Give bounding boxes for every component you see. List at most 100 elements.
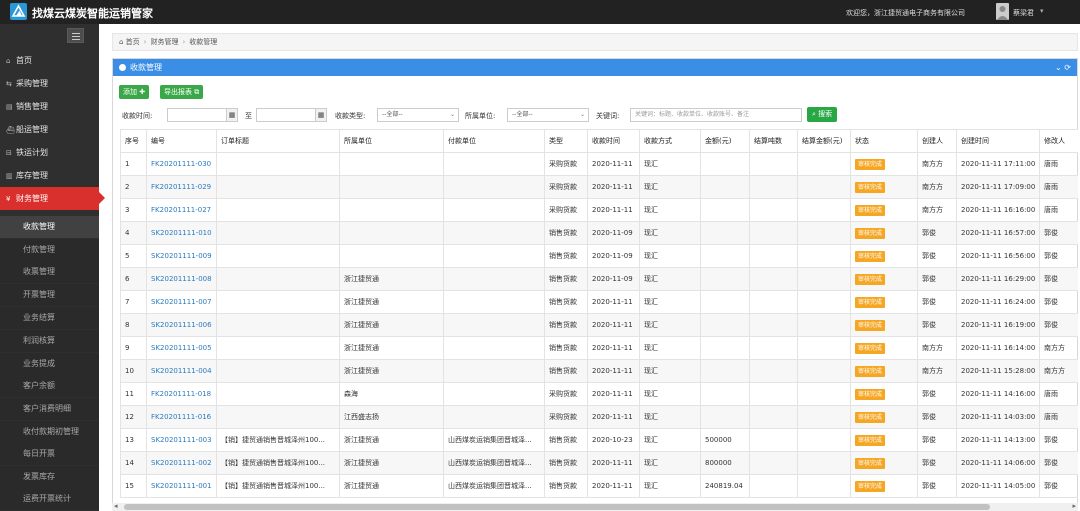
record-number-link[interactable]: SK20201111-004: [146, 359, 217, 383]
table-cell: 销售货款: [544, 359, 588, 383]
calendar-icon[interactable]: ▦: [226, 108, 238, 122]
sidebar-item-finance[interactable]: ¥ 财务管理: [0, 187, 105, 210]
record-number-link[interactable]: FK20201111-016: [146, 405, 217, 429]
type-select[interactable]: --全部-- ⌄: [377, 108, 459, 122]
panel-title: 收款管理: [130, 63, 162, 72]
table-cell: 【销】捷贸通销售晋城泽州100...: [216, 428, 340, 452]
user-name[interactable]: 蔡梁君: [1013, 8, 1034, 18]
sidebar-sub-settlement[interactable]: 业务结算: [0, 307, 99, 329]
home-icon[interactable]: ⌂: [119, 38, 126, 46]
panel-tools-icon[interactable]: ⌄ ⟳: [1055, 59, 1071, 76]
table-row[interactable]: 12 FK20201111-016 江西盛志扬 采购货款 2020-11-11 现汇 审核完…: [120, 405, 1078, 429]
table-cell: [216, 244, 340, 268]
start-date-input[interactable]: [167, 108, 227, 122]
table-row[interactable]: 13 SK20201111-003 【销】捷贸通销售晋城泽州100... 浙江捷贸通山…: [120, 428, 1078, 452]
record-number-link[interactable]: FK20201111-029: [146, 175, 217, 199]
scroll-right-icon[interactable]: ▸: [1072, 502, 1076, 510]
calendar-icon[interactable]: ▦: [315, 108, 327, 122]
record-number-link[interactable]: SK20201111-007: [146, 290, 217, 314]
chevron-down-icon[interactable]: ▾: [1040, 7, 1044, 15]
record-number-link[interactable]: SK20201111-005: [146, 336, 217, 360]
horizontal-scrollbar[interactable]: ◂ ▸: [112, 502, 1078, 511]
status-badge: 审核完成: [855, 342, 886, 354]
record-number-link[interactable]: SK20201111-002: [146, 451, 217, 475]
sidebar-item-home[interactable]: ⌂ 首页: [0, 49, 99, 72]
sidebar-sub-payments[interactable]: 付款管理: [0, 239, 99, 261]
scrollbar-thumb[interactable]: [124, 504, 990, 510]
unit-select-value: --全部--: [512, 111, 533, 118]
sidebar-sub-invoice-received[interactable]: 收票管理: [0, 261, 99, 283]
sidebar-item-inventory[interactable]: ▥ 库存管理: [0, 164, 99, 187]
table-row[interactable]: 3 FK20201111-027 采购货款 2020-11-11 现汇 审核完成 南方方 20…: [120, 198, 1078, 222]
table-cell: 浙江捷贸通: [339, 451, 444, 475]
unit-select[interactable]: --全部-- ⌄: [507, 108, 589, 122]
ship-icon: ⛴: [6, 126, 15, 134]
table-cell: [339, 198, 444, 222]
table-row[interactable]: 8 SK20201111-006 浙江捷贸通 销售货款 2020-11-11 现汇 审核完成…: [120, 313, 1078, 337]
table-cell: 销售货款: [544, 451, 588, 475]
avatar[interactable]: [996, 3, 1009, 20]
table-cell: 唐雨: [1039, 382, 1078, 406]
table-cell: 郭俊: [917, 405, 957, 429]
scroll-left-icon[interactable]: ◂: [114, 502, 118, 510]
sidebar-item-rail[interactable]: ⊟ 铁运计划: [0, 141, 99, 164]
sidebar-sub-customer-detail[interactable]: 客户消费明细: [0, 398, 99, 420]
table-row[interactable]: 7 SK20201111-007 浙江捷贸通 销售货款 2020-11-11 现汇 审核完成…: [120, 290, 1078, 314]
table-row[interactable]: 11 FK20201111-018 森海 采购货款 2020-11-11 现汇 审核完成 郭俊…: [120, 382, 1078, 406]
breadcrumb-home[interactable]: 首页: [126, 38, 140, 46]
table-cell: [700, 290, 750, 314]
export-report-button[interactable]: 导出报表 ⧉: [160, 85, 204, 99]
sidebar-item-purchase[interactable]: ⇆ 采购管理: [0, 72, 99, 95]
record-number-link[interactable]: SK20201111-008: [146, 267, 217, 291]
table-row[interactable]: 10 SK20201111-004 浙江捷贸通 销售货款 2020-11-11 现汇 审核完…: [120, 359, 1078, 383]
table-row[interactable]: 14 SK20201111-002 【销】捷贸通销售晋城泽州100... 浙江捷贸通山…: [120, 451, 1078, 475]
sidebar-item-shipping[interactable]: ⛴船运管理: [0, 118, 99, 141]
sidebar-sub-invoice-issued[interactable]: 开票管理: [0, 284, 99, 306]
record-number-link[interactable]: FK20201111-030: [146, 152, 217, 176]
table-row[interactable]: 15 SK20201111-001 【销】捷贸通销售晋城泽州100... 浙江捷贸通山…: [120, 474, 1078, 498]
sidebar-sub-freight-stats[interactable]: 运费开票统计: [0, 488, 99, 510]
panel-header: 收款管理 ⌄ ⟳: [113, 59, 1077, 76]
sidebar-sub-customer-balance[interactable]: 客户余额: [0, 375, 99, 397]
table-cell: [797, 267, 851, 291]
record-number-link[interactable]: SK20201111-009: [146, 244, 217, 268]
status-badge: 审核完成: [855, 250, 886, 262]
table-cell: 2020-11-11 14:03:00: [956, 405, 1040, 429]
table-cell: [216, 267, 340, 291]
table-row[interactable]: 5 SK20201111-009 销售货款 2020-11-09 现汇 审核完成 郭俊 202…: [120, 244, 1078, 268]
table-row[interactable]: 2 FK20201111-029 采购货款 2020-11-11 现汇 审核完成 南方方 20…: [120, 175, 1078, 199]
table-cell: [216, 382, 340, 406]
record-number-link[interactable]: SK20201111-003: [146, 428, 217, 452]
record-number-link[interactable]: SK20201111-001: [146, 474, 217, 498]
table-cell: 2020-11-11 17:11:00: [956, 152, 1040, 176]
record-number-link[interactable]: SK20201111-010: [146, 221, 217, 245]
status-badge: 审核完成: [855, 273, 886, 285]
column-header: 收款方式: [639, 129, 701, 153]
table-cell: 销售货款: [544, 336, 588, 360]
sidebar-sub-profit[interactable]: 利润核算: [0, 330, 99, 352]
search-button[interactable]: ⌕ 搜索: [807, 107, 838, 122]
record-number-link[interactable]: FK20201111-027: [146, 198, 217, 222]
add-button[interactable]: 添加 ✚: [119, 85, 150, 99]
breadcrumb-finance[interactable]: 财务管理: [150, 38, 178, 46]
keyword-input[interactable]: 关键词：标题、收款单位、收款账号、备注: [630, 108, 802, 122]
table-row[interactable]: 6 SK20201111-008 浙江捷贸通 销售货款 2020-11-09 现汇 审核完成…: [120, 267, 1078, 291]
status-badge: 审核完成: [855, 227, 886, 239]
table-row[interactable]: 9 SK20201111-005 浙江捷贸通 销售货款 2020-11-11 现汇 审核完成…: [120, 336, 1078, 360]
sidebar-sub-invoice-stock[interactable]: 发票库存: [0, 466, 99, 488]
table-cell: 审核完成: [850, 267, 918, 291]
sidebar-sub-receipts[interactable]: 收款管理: [0, 216, 99, 238]
sidebar-sub-daily-invoice[interactable]: 每日开票: [0, 443, 99, 465]
sidebar-sub-opening[interactable]: 收付款期初管理: [0, 421, 99, 443]
sidebar-sub-commission[interactable]: 业务提成: [0, 353, 99, 375]
table-row[interactable]: 1 FK20201111-030 采购货款 2020-11-11 现汇 审核完成 南方方 20…: [120, 152, 1078, 176]
sidebar-item-sales[interactable]: ▤ 销售管理: [0, 95, 99, 118]
table-cell: 2020-11-11: [587, 198, 640, 222]
record-number-link[interactable]: FK20201111-018: [146, 382, 217, 406]
table-cell: 审核完成: [850, 428, 918, 452]
end-date-input[interactable]: [256, 108, 316, 122]
table-row[interactable]: 4 SK20201111-010 销售货款 2020-11-09 现汇 审核完成 郭俊 202…: [120, 221, 1078, 245]
record-number-link[interactable]: SK20201111-006: [146, 313, 217, 337]
sidebar-toggle-button[interactable]: [67, 28, 84, 43]
table-cell: 郭俊: [1039, 313, 1078, 337]
